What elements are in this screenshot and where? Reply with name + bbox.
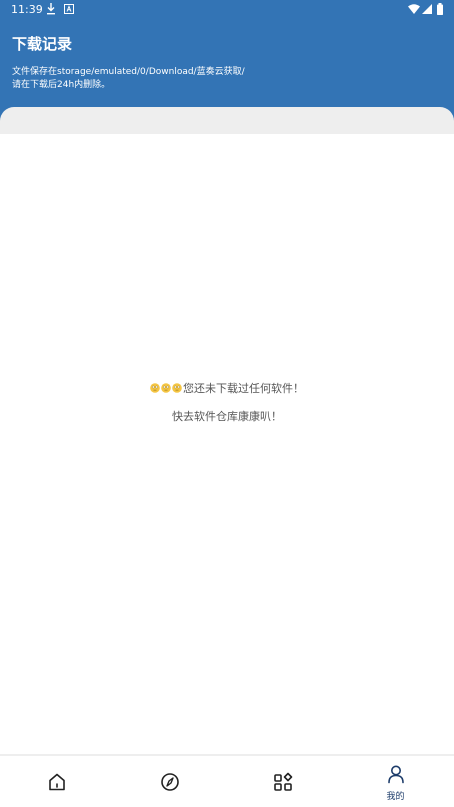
download-icon xyxy=(47,3,55,15)
delete-notice-line: 请在下载后24h内删除。 xyxy=(12,80,111,90)
status-bar: 11:39 xyxy=(0,0,454,20)
wifi-icon xyxy=(408,4,420,14)
battery-icon xyxy=(437,3,443,15)
empty-hint: 快去软件仓库康康叭！ xyxy=(172,410,282,423)
header: 11:39 下载记录 文件保存在storage/emulated/0/Downl… xyxy=(0,0,454,134)
signal-icon xyxy=(422,4,432,14)
person-icon xyxy=(388,765,404,784)
compass-icon xyxy=(161,773,179,791)
storage-path-info: 文件保存在storage/emulated/0/Download/蓝奏云获取/ … xyxy=(12,66,272,92)
page-title: 下载记录 xyxy=(12,35,73,53)
empty-message-row: 您还未下载过任何软件！ xyxy=(0,380,454,396)
empty-state: 您还未下载过任何软件！ 快去软件仓库康康叭！ xyxy=(0,380,454,424)
status-time: 11:39 xyxy=(11,3,43,16)
bottom-nav: 我的 xyxy=(0,756,454,807)
app-notification-icon xyxy=(64,4,74,14)
nav-item-apps[interactable] xyxy=(226,756,339,807)
flushed-face-icon xyxy=(161,383,171,393)
storage-path-line: 文件保存在storage/emulated/0/Download/蓝奏云获取/ xyxy=(12,67,245,77)
empty-message: 您还未下载过任何软件！ xyxy=(183,382,304,395)
apps-icon xyxy=(274,772,293,791)
home-icon xyxy=(49,773,65,791)
flushed-face-icon xyxy=(150,383,160,393)
flushed-face-icon xyxy=(172,383,182,393)
nav-item-mine[interactable]: 我的 xyxy=(339,756,452,807)
nav-item-home[interactable] xyxy=(0,756,113,807)
content-top-strip xyxy=(0,107,454,134)
nav-item-discover[interactable] xyxy=(113,756,226,807)
nav-label-mine: 我的 xyxy=(386,792,405,802)
